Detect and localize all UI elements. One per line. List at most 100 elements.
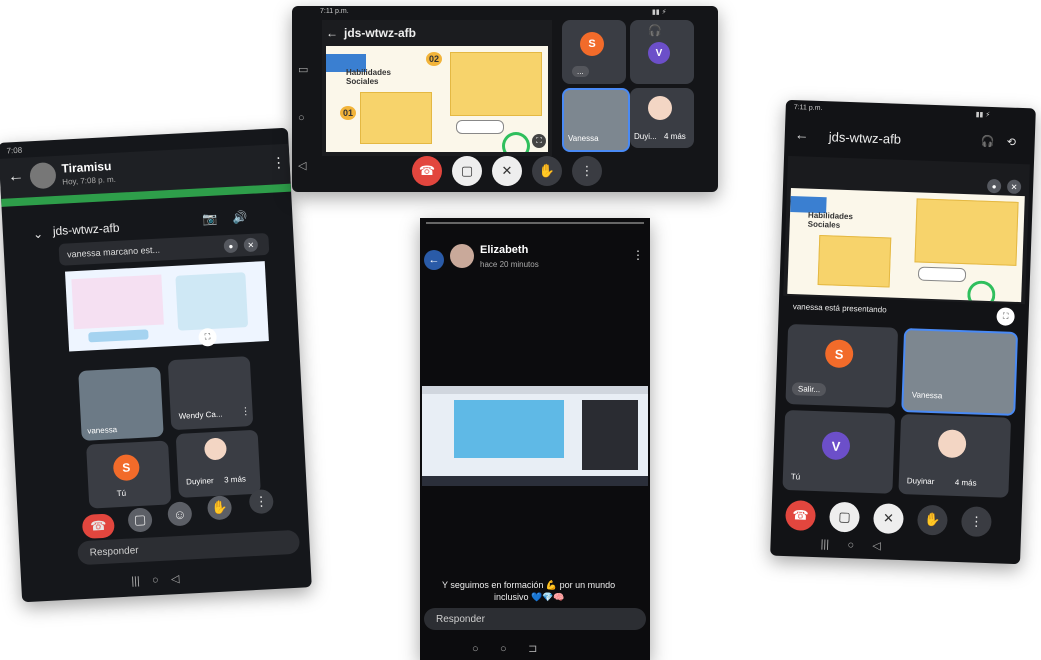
slide-number: 01 [340, 106, 357, 120]
status-progress-bar [426, 222, 644, 224]
mic-icon: ● [986, 178, 1002, 194]
top-landscape-screenshot: 7:11 p.m. ▮▮ ⚡ ▭ ○ ◁ ← jds-wtwz-afb Habili… [292, 6, 718, 192]
system-nav-bar: ▭ ○ ◁ [298, 64, 309, 172]
mic-off-icon: ✕ [243, 237, 259, 253]
presenter-label: vanessa marcano est... [66, 244, 161, 260]
fullscreen-icon[interactable]: ⛶ [532, 134, 546, 148]
participant-avatar-photo [937, 429, 967, 459]
participant-label: ... [572, 66, 589, 77]
participant-tile[interactable]: 🎧 V [630, 20, 694, 84]
text-block [450, 52, 542, 116]
reply-field[interactable]: Responder [77, 529, 301, 566]
chevron-down-icon[interactable]: ⌄ [33, 227, 44, 242]
back-arrow-icon[interactable]: ← [8, 168, 25, 187]
more-count: 3 más [223, 474, 247, 485]
presenter-bar: vanessa marcano est... ● ✕ [58, 232, 270, 266]
speaker-icon[interactable]: 🔊 [232, 210, 248, 225]
mic-off-button[interactable]: ✕ [872, 503, 904, 535]
raise-hand-button[interactable]: ✋ [916, 504, 948, 536]
slide-title: Habilidades Sociales [807, 210, 854, 230]
participant-grid [582, 400, 638, 470]
participant-label: Salir... [791, 382, 827, 397]
participant-avatar: V [648, 42, 670, 64]
participant-tile[interactable]: S Tú [86, 440, 172, 509]
participant-tile[interactable]: Wendy Ca... ⋮ [167, 356, 254, 431]
camera-switch-icon[interactable]: 📷 [202, 212, 218, 227]
more-vert-icon[interactable]: ⋮ [240, 406, 251, 418]
mic-off-icon: ✕ [1006, 179, 1022, 195]
status-icons: ▮▮ ⚡ [652, 9, 667, 16]
system-nav-bar: ||| ○ ◁ [820, 538, 882, 553]
participant-name: Duyinar [906, 476, 935, 487]
participant-tile[interactable]: S Salir... [785, 323, 899, 408]
status-icons: ▮▮ ⚡ [975, 111, 991, 119]
participant-name: Duyiner [185, 476, 214, 487]
text-block [817, 235, 892, 288]
text-block [360, 92, 432, 144]
participant-tile[interactable]: Duyi... 4 más [630, 88, 694, 148]
contact-name: Elizabeth [480, 244, 529, 256]
more-options-button[interactable]: ⋮ [960, 506, 992, 538]
headset-icon[interactable]: 🎧 [980, 135, 994, 148]
left-phone-screenshot: 7:08 ← Tiramisu Hoy, 7:08 p. m. ⋮ ⌄ jds-… [0, 127, 312, 603]
more-count: 4 más [664, 132, 686, 141]
taskbar [422, 476, 648, 486]
meeting-code: jds-wtwz-afb [52, 220, 120, 239]
participant-avatar: V [821, 431, 851, 461]
back-arrow-icon[interactable]: ← [424, 250, 444, 270]
participant-avatar-photo [203, 437, 228, 461]
status-time: 7:11 p.m. [320, 8, 349, 15]
more-vert-icon[interactable]: ⋮ [632, 248, 644, 262]
participant-tile[interactable]: Duyinar 4 más [898, 413, 1012, 498]
shared-text-slide [454, 400, 564, 458]
camera-switch-icon[interactable]: ⟲ [1006, 136, 1016, 149]
contact-time: hace 20 minutos [480, 260, 539, 269]
slide: Habilidades Sociales 02 01 [326, 46, 548, 152]
camera-off-button[interactable]: ▢ [828, 501, 861, 533]
participant-avatar: S [580, 32, 604, 56]
text-block [914, 198, 1019, 266]
meeting-code: jds-wtwz-afb [344, 26, 416, 40]
slide-number: 02 [426, 52, 443, 66]
reply-field[interactable]: Responder [424, 608, 646, 630]
end-call-button[interactable]: ☎ [81, 513, 115, 540]
camera-off-button[interactable]: ▢ [452, 156, 482, 186]
participant-name: Vanessa [568, 134, 599, 143]
raise-hand-button[interactable]: ✋ [532, 156, 562, 186]
status-image [422, 386, 648, 486]
participant-tile[interactable]: Vanessa [562, 88, 630, 152]
participant-name: Tú [790, 472, 801, 482]
participant-name: Vanessa [911, 390, 943, 401]
camera-off-button[interactable]: ▢ [127, 507, 153, 533]
fullscreen-icon[interactable]: ⛶ [996, 307, 1015, 326]
right-phone-screenshot: 7:11 p.m. ▮▮ ⚡ ← jds-wtwz-afb 🎧 ⟲ ● ✕ Ha… [770, 99, 1036, 565]
participant-tile[interactable]: V Tú [782, 409, 896, 494]
reaction-button[interactable]: ☺ [167, 501, 193, 527]
participant-name: Wendy Ca... [178, 409, 223, 421]
emoji-scale [917, 266, 967, 283]
contact-time: Hoy, 7:08 p. m. [62, 174, 117, 187]
raise-hand-button[interactable]: ✋ [206, 495, 233, 521]
green-decoration [502, 132, 530, 152]
end-call-button[interactable]: ☎ [785, 500, 817, 532]
more-options-button[interactable]: ⋮ [572, 156, 602, 186]
end-call-button[interactable]: ☎ [412, 156, 442, 186]
status-time: 7:08 [6, 145, 23, 156]
mic-off-button[interactable]: ✕ [492, 156, 522, 186]
participant-tile[interactable]: Vanessa [901, 328, 1019, 416]
participant-name: Tú [116, 488, 127, 499]
more-options-button[interactable]: ⋮ [248, 489, 274, 515]
back-arrow-icon[interactable]: ← [326, 26, 338, 40]
more-vert-icon[interactable]: ⋮ [271, 154, 286, 172]
back-arrow-icon[interactable]: ← [795, 126, 810, 142]
participant-avatar: S [112, 453, 140, 482]
participant-tile[interactable]: S ... [562, 20, 626, 84]
mic-icon: ● [223, 238, 239, 254]
shared-presentation: ← jds-wtwz-afb Habilidades Sociales 02 0… [322, 20, 552, 156]
participant-tile[interactable]: vanessa [78, 366, 164, 441]
system-nav-bar: ○ ○ ⊐ [472, 643, 538, 655]
emoji-scale [456, 120, 504, 134]
participant-tile[interactable]: Duyiner 3 más [175, 429, 261, 498]
headset-icon[interactable]: 🎧 [648, 24, 662, 37]
slide-title: Habilidades Sociales [346, 68, 391, 86]
